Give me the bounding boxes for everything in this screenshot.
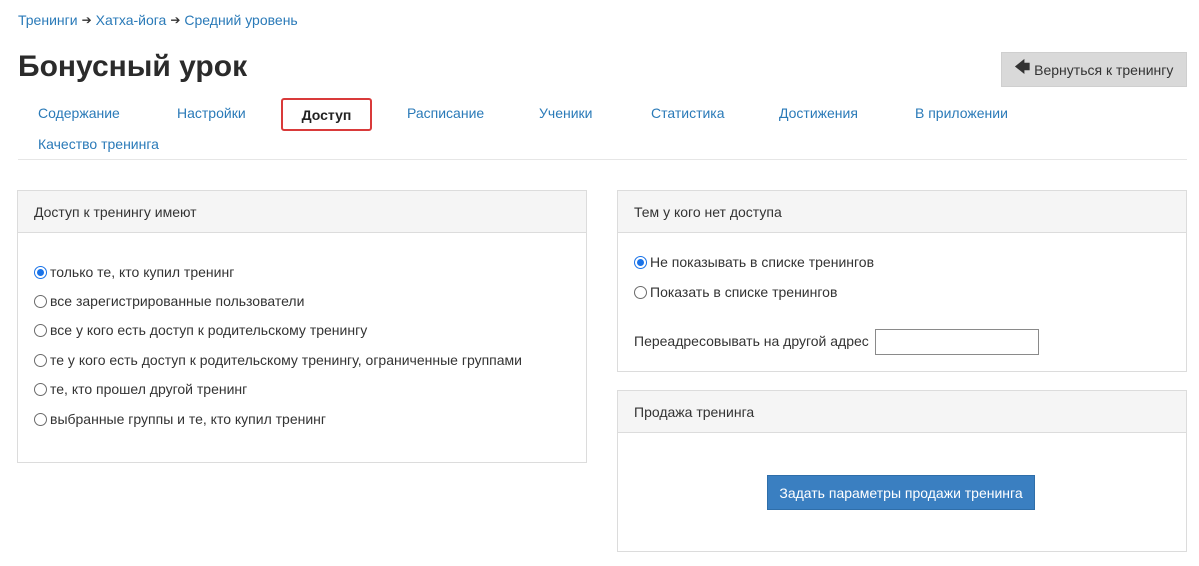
set-sale-parameters-button[interactable]: Задать параметры продажи тренинга — [767, 475, 1035, 510]
radio-button[interactable] — [634, 255, 647, 269]
access-option-label: выбранные группы и те, кто купил тренинг — [50, 411, 327, 427]
redirect-url-input[interactable] — [875, 329, 1039, 355]
page-title: Бонусный урок — [18, 50, 248, 83]
tab-settings[interactable]: Настройки — [177, 105, 246, 121]
radio-button[interactable] — [34, 265, 47, 279]
breadcrumb-arrow-icon: ➔ — [170, 13, 181, 27]
no-access-option-label: Не показывать в списке тренингов — [650, 254, 875, 270]
back-button-label: Вернуться к тренингу — [1034, 61, 1174, 78]
access-option-label: те, кто прошел другой тренинг — [50, 381, 248, 397]
access-panel: Доступ к тренингу имеют только те, кто к… — [17, 190, 587, 463]
no-access-panel: Тем у кого нет доступа Не показывать в с… — [617, 190, 1187, 372]
no-access-option-label: Показать в списке тренингов — [650, 284, 838, 300]
sale-panel-title: Продажа тренинга — [618, 391, 1186, 433]
breadcrumb-item-trainings[interactable]: Тренинги — [18, 12, 78, 28]
access-option-label: все у кого есть доступ к родительскому т… — [50, 322, 368, 338]
access-option-parent[interactable]: все у кого есть доступ к родительскому т… — [34, 322, 367, 338]
radio-button[interactable] — [34, 294, 47, 308]
no-access-option-show[interactable]: Показать в списке тренингов — [634, 284, 837, 300]
access-option-purchased[interactable]: только те, кто купил тренинг — [34, 264, 234, 280]
breadcrumb-item-hatha-yoga[interactable]: Хатха-йога — [96, 12, 167, 28]
radio-button[interactable] — [34, 323, 47, 337]
radio-button[interactable] — [34, 382, 47, 396]
tab-bar: Содержание Настройки Доступ Расписание У… — [18, 97, 1187, 160]
radio-button[interactable] — [634, 285, 647, 299]
sale-panel: Продажа тренинга Задать параметры продаж… — [617, 390, 1187, 552]
access-panel-title: Доступ к тренингу имеют — [18, 191, 586, 233]
access-option-label: те у кого есть доступ к родительскому тр… — [50, 352, 522, 368]
no-access-option-hide[interactable]: Не показывать в списке тренингов — [634, 254, 874, 270]
radio-button[interactable] — [34, 353, 47, 367]
breadcrumb-arrow-icon: ➔ — [81, 13, 92, 27]
tab-schedule[interactable]: Расписание — [407, 105, 484, 121]
access-option-groups-purchased[interactable]: выбранные группы и те, кто купил тренинг — [34, 411, 326, 427]
breadcrumb: Тренинги ➔ Хатха-йога ➔ Средний уровень — [18, 12, 298, 28]
tab-statistics[interactable]: Статистика — [651, 105, 725, 121]
tab-access[interactable]: Доступ — [281, 98, 372, 131]
tab-training-quality[interactable]: Качество тренинга — [38, 136, 159, 152]
tab-in-app[interactable]: В приложении — [915, 105, 1008, 121]
breadcrumb-item-level[interactable]: Средний уровень — [184, 12, 297, 28]
tab-students[interactable]: Ученики — [539, 105, 592, 121]
access-option-parent-groups[interactable]: те у кого есть доступ к родительскому тр… — [34, 352, 522, 368]
access-option-registered[interactable]: все зарегистрированные пользователи — [34, 293, 304, 309]
access-option-completed-other[interactable]: те, кто прошел другой тренинг — [34, 381, 247, 397]
access-option-label: только те, кто купил тренинг — [50, 264, 235, 280]
tab-content[interactable]: Содержание — [38, 105, 120, 121]
access-option-label: все зарегистрированные пользователи — [50, 293, 305, 309]
radio-button[interactable] — [34, 412, 47, 426]
arrow-left-icon: 🡄 — [1014, 59, 1031, 76]
no-access-panel-title: Тем у кого нет доступа — [618, 191, 1186, 233]
tab-achievements[interactable]: Достижения — [779, 105, 858, 121]
redirect-label: Переадресовывать на другой адрес — [634, 333, 869, 349]
back-to-training-button[interactable]: 🡄 Вернуться к тренингу — [1001, 52, 1187, 87]
